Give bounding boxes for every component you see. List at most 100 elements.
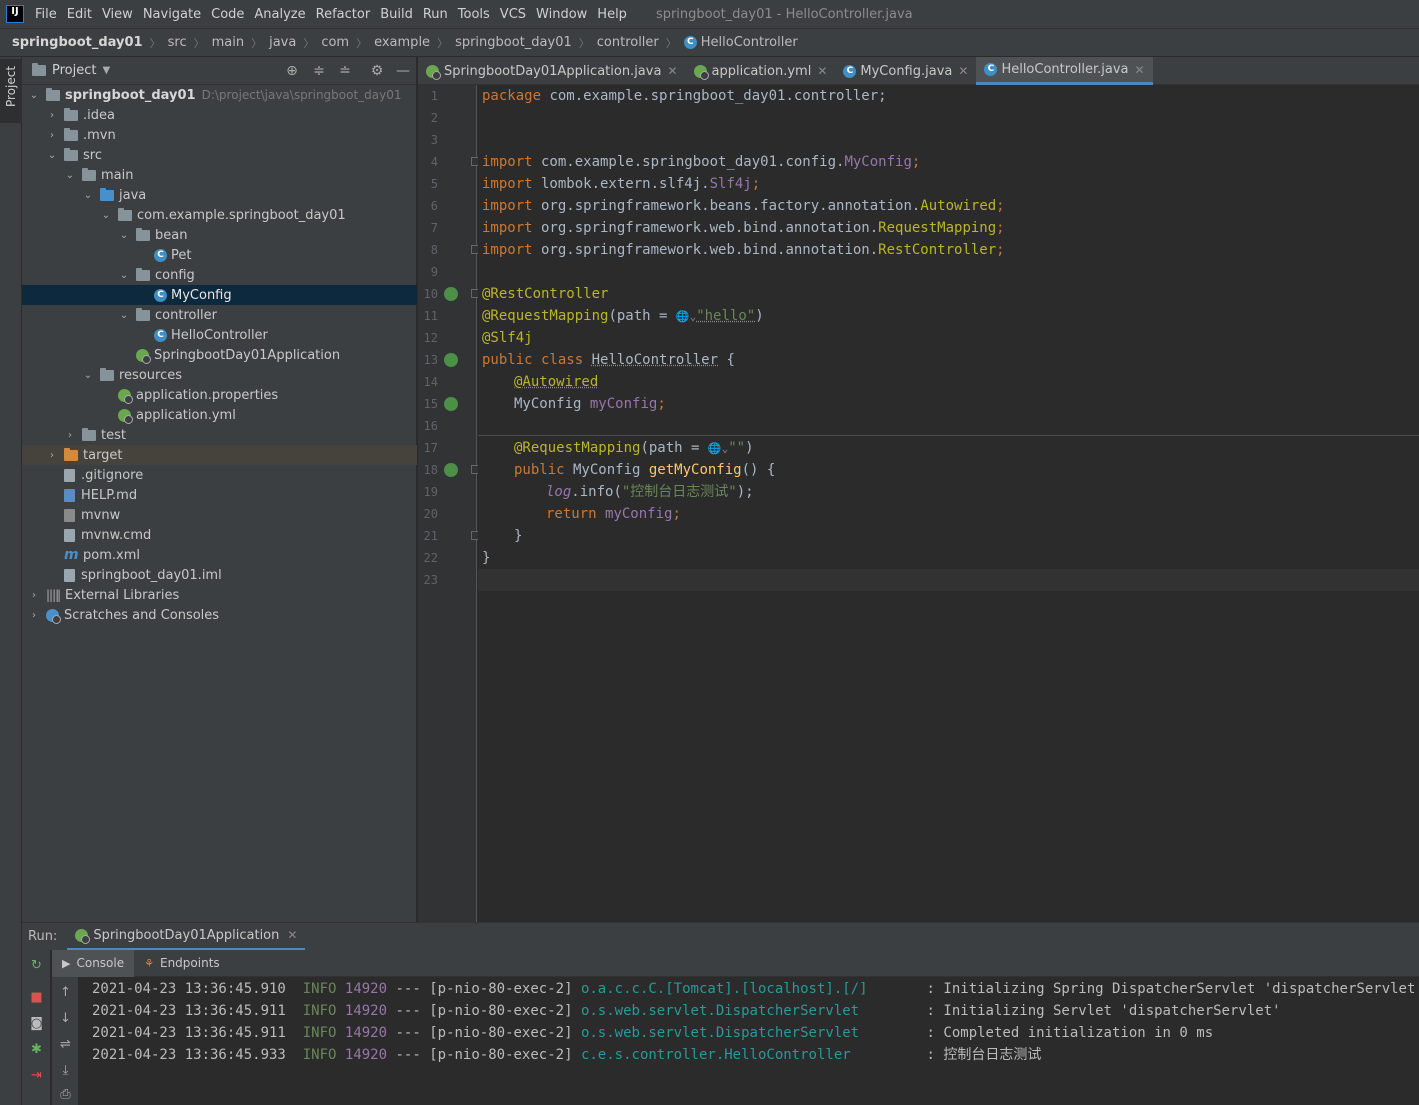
tree-item[interactable]: › test [22, 425, 417, 445]
endpoint-gutter-icon[interactable] [444, 463, 458, 477]
menu-refactor[interactable]: Refactor [311, 7, 376, 22]
menu-analyze[interactable]: Analyze [249, 7, 310, 22]
menu-vcs[interactable]: VCS [495, 7, 531, 22]
menu-code[interactable]: Code [206, 7, 249, 22]
console-output[interactable]: 2021-04-23 13:36:45.910 INFO 14920 --- [… [79, 977, 1419, 1105]
chevron-down-icon[interactable]: ⌄ [118, 270, 130, 281]
chevron-down-icon[interactable]: ⌄ [118, 230, 130, 241]
tab-application-yml[interactable]: application.yml ✕ [686, 57, 836, 85]
arrow-down-icon[interactable]: ↓ [58, 1011, 73, 1026]
debug-icon[interactable]: ✱ [29, 1042, 44, 1057]
tree-item[interactable]: › |||‖ External Libraries [22, 585, 417, 605]
tab-endpoints[interactable]: ⚘ Endpoints [134, 950, 230, 977]
menu-help[interactable]: Help [592, 7, 632, 22]
close-icon[interactable]: ✕ [287, 928, 297, 942]
chevron-down-icon[interactable]: ⌄ [82, 190, 94, 201]
project-tool-tab[interactable]: Project [0, 59, 22, 123]
chevron-right-icon[interactable]: › [28, 610, 40, 621]
menu-edit[interactable]: Edit [62, 7, 97, 22]
chevron-right-icon[interactable]: › [46, 110, 58, 121]
menu-file[interactable]: File [30, 7, 62, 22]
crumb-main[interactable]: main [212, 35, 244, 50]
minimize-icon[interactable]: — [395, 63, 411, 79]
close-icon[interactable]: ✕ [817, 64, 827, 78]
crumb-package[interactable]: springboot_day01 [455, 35, 572, 50]
chevron-down-icon[interactable]: ▼ [102, 65, 110, 76]
crumb-controller[interactable]: controller [597, 35, 659, 50]
locate-icon[interactable]: ⊕ [284, 63, 300, 79]
tree-item[interactable]: › .idea [22, 105, 417, 125]
rerun-icon[interactable]: ↻ [29, 958, 44, 973]
scroll-to-end-icon[interactable]: ⤓ [58, 1063, 73, 1078]
tab-hellocontroller[interactable]: C HelloController.java ✕ [976, 57, 1153, 85]
tree-item[interactable]: mvnw [22, 505, 417, 525]
spring-bean-gutter-icon[interactable] [444, 353, 458, 367]
tree-item-selected[interactable]: C MyConfig [22, 285, 417, 305]
crumb-java[interactable]: java [269, 35, 296, 50]
chevron-right-icon[interactable]: › [28, 590, 40, 601]
chevron-right-icon[interactable]: › [64, 430, 76, 441]
exit-icon[interactable]: ⇥ [29, 1068, 44, 1083]
tab-springboot-application[interactable]: SpringbootDay01Application.java ✕ [418, 57, 686, 85]
tree-root[interactable]: ⌄ springboot_day01 D:\project\java\sprin… [22, 85, 417, 105]
tree-item[interactable]: mvnw.cmd [22, 525, 417, 545]
arrow-up-icon[interactable]: ↑ [58, 985, 73, 1000]
stop-icon[interactable]: ■ [29, 990, 44, 1005]
crumb-example[interactable]: example [374, 35, 430, 50]
camera-icon[interactable]: ◙ [29, 1016, 44, 1031]
tree-item[interactable]: ⌄ controller [22, 305, 417, 325]
crumb-com[interactable]: com [321, 35, 349, 50]
print-icon[interactable]: ⎙ [58, 1087, 73, 1102]
expand-all-icon[interactable]: ≑ [311, 63, 327, 79]
menu-window[interactable]: Window [531, 7, 592, 22]
tree-item[interactable]: ⌄ com.example.springboot_day01 [22, 205, 417, 225]
chevron-down-icon[interactable]: ⌄ [100, 210, 112, 221]
close-icon[interactable]: ✕ [667, 64, 677, 78]
tree-item[interactable]: C Pet [22, 245, 417, 265]
soft-wrap-icon[interactable]: ⇌ [58, 1037, 73, 1052]
tree-item[interactable]: HELP.md [22, 485, 417, 505]
chevron-down-icon[interactable]: ⌄ [64, 170, 76, 181]
crumb-project[interactable]: springboot_day01 [12, 35, 143, 50]
tree-item[interactable]: application.yml [22, 405, 417, 425]
tab-console[interactable]: ▶ Console [52, 949, 135, 977]
tree-item[interactable]: ⌄ resources [22, 365, 417, 385]
tree-item[interactable]: ⌄ main [22, 165, 417, 185]
chevron-down-icon[interactable]: ⌄ [46, 150, 58, 161]
tree-item[interactable]: › target [22, 445, 417, 465]
chevron-down-icon[interactable]: ⌄ [118, 310, 130, 321]
spring-bean-gutter-icon[interactable] [444, 287, 458, 301]
tree-item[interactable]: ⌄ src [22, 145, 417, 165]
chevron-down-icon[interactable]: ⌄ [82, 370, 94, 381]
menu-view[interactable]: View [97, 7, 138, 22]
crumb-class[interactable]: HelloController [701, 35, 798, 50]
run-tab-springboot-application[interactable]: SpringbootDay01Application ✕ [67, 923, 306, 951]
menu-build[interactable]: Build [375, 7, 418, 22]
crumb-src[interactable]: src [168, 35, 187, 50]
menu-navigate[interactable]: Navigate [138, 7, 206, 22]
tree-item[interactable]: ⌄ java [22, 185, 417, 205]
chevron-down-icon[interactable]: ⌄ [28, 90, 40, 101]
menu-run[interactable]: Run [418, 7, 453, 22]
editor-gutter[interactable]: 1 2 3 4 5 6 7 8 9 10 11 12 13 14 15 16 1… [418, 85, 480, 922]
tree-item[interactable]: ⌄ config [22, 265, 417, 285]
chevron-right-icon[interactable]: › [46, 450, 58, 461]
autowired-gutter-icon[interactable] [444, 397, 458, 411]
tree-item[interactable]: m pom.xml [22, 545, 417, 565]
project-view-selector[interactable]: Project [52, 63, 96, 78]
tree-item[interactable]: SpringbootDay01Application [22, 345, 417, 365]
tree-item[interactable]: › .mvn [22, 125, 417, 145]
tree-item[interactable]: C HelloController [22, 325, 417, 345]
menu-tools[interactable]: Tools [453, 7, 495, 22]
close-icon[interactable]: ✕ [958, 64, 968, 78]
tree-item[interactable]: › Scratches and Consoles [22, 605, 417, 625]
tab-myconfig[interactable]: C MyConfig.java ✕ [835, 57, 976, 85]
tree-item[interactable]: .gitignore [22, 465, 417, 485]
code-editor[interactable]: package com.example.springboot_day01.con… [478, 85, 1419, 922]
tree-item[interactable]: ⌄ bean [22, 225, 417, 245]
tree-item[interactable]: springboot_day01.iml [22, 565, 417, 585]
settings-icon[interactable]: ⚙ [369, 63, 385, 79]
close-icon[interactable]: ✕ [1135, 63, 1145, 77]
chevron-right-icon[interactable]: › [46, 130, 58, 141]
collapse-all-icon[interactable]: ≐ [337, 63, 353, 79]
